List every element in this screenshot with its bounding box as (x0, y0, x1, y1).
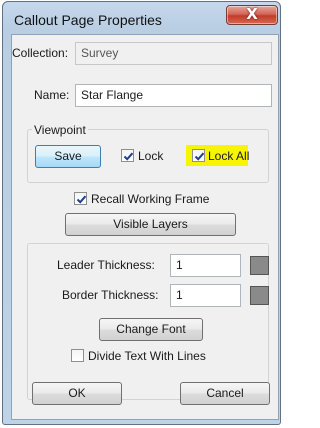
visible-layers-button[interactable]: Visible Layers (65, 213, 236, 236)
lock-all-checkbox[interactable] (192, 149, 205, 162)
collection-label: Collection: (12, 46, 69, 60)
checkmark-icon (194, 152, 205, 161)
divide-text-label: Divide Text With Lines (88, 349, 206, 363)
lock-all-label: Lock All (208, 149, 250, 163)
divide-text-checkbox[interactable] (71, 349, 84, 362)
name-input[interactable]: Star Flange (75, 84, 272, 107)
lock-label: Lock (138, 149, 164, 163)
lock-checkbox[interactable] (121, 149, 134, 162)
save-viewpoint-button[interactable]: Save (35, 145, 101, 168)
leader-thickness-label: Leader Thickness: (57, 258, 155, 272)
viewpoint-group-label: Viewpoint (32, 123, 88, 137)
recall-working-frame-label: Recall Working Frame (91, 192, 210, 206)
leader-thickness-input[interactable]: 1 (170, 254, 241, 277)
cancel-button[interactable]: Cancel (180, 382, 270, 405)
recall-working-frame-checkbox[interactable] (74, 192, 87, 205)
border-thickness-label: Border Thickness: (62, 288, 159, 302)
leader-color-swatch[interactable] (250, 256, 269, 275)
ok-button[interactable]: OK (32, 382, 122, 405)
dialog-window: Callout Page Properties X Collection: Su… (2, 1, 281, 425)
checkmark-icon (123, 152, 134, 161)
dialog-client-area: Collection: Survey Name: Star Flange Vie… (11, 34, 279, 420)
close-button[interactable]: X (226, 5, 278, 25)
close-icon: X (246, 5, 258, 23)
collection-field: Survey (75, 42, 272, 65)
checkmark-icon (76, 195, 87, 204)
border-thickness-input[interactable]: 1 (170, 284, 241, 307)
border-color-swatch[interactable] (250, 286, 269, 305)
change-font-button[interactable]: Change Font (99, 318, 203, 341)
name-label: Name: (34, 88, 70, 102)
window-title: Callout Page Properties (14, 12, 162, 28)
